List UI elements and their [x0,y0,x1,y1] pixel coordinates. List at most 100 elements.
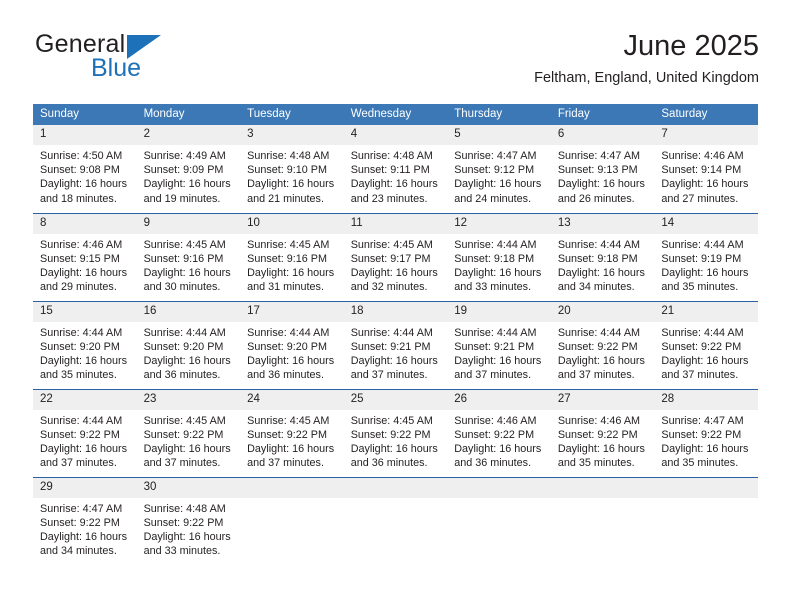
daylight-text-line1: Daylight: 16 hours [40,178,128,191]
day-details: Sunrise: 4:44 AM Sunset: 9:20 PM Daylight:… [137,322,241,383]
daylight-text-line1: Daylight: 16 hours [454,442,542,455]
calendar-day-cell[interactable]: 21 Sunrise: 4:44 AM Sunset: 9:22 PM Dayligh… [654,300,758,389]
calendar-day-cell[interactable]: 28 Sunrise: 4:47 AM Sunset: 9:22 PM Dayligh… [654,388,758,477]
daylight-text-line1: Daylight: 16 hours [350,442,438,455]
calendar-day-cell[interactable]: 11 Sunrise: 4:45 AM Sunset: 9:17 PM Dayligh… [343,212,448,301]
calendar-day-cell[interactable]: 5 Sunrise: 4:47 AM Sunset: 9:12 PM Daylight… [447,125,551,213]
sunset-text: Sunset: 9:13 PM [557,164,638,177]
calendar-day-cell[interactable]: 1 Sunrise: 4:50 AM Sunset: 9:08 PM Daylight… [33,125,137,213]
sunset-text: Sunset: 9:22 PM [661,428,742,441]
daylight-text-line2: and 37 minutes. [661,369,739,382]
calendar-day-cell[interactable]: 29 Sunrise: 4:47 AM Sunset: 9:22 PM Dayligh… [33,476,137,565]
calendar-day-cell[interactable]: 7 Sunrise: 4:46 AM Sunset: 9:14 PM Daylight… [654,125,758,213]
sunrise-text: Sunrise: 4:49 AM [143,150,226,162]
daylight-text-line1: Daylight: 16 hours [247,354,335,367]
sunset-text: Sunset: 9:20 PM [247,340,327,353]
sunrise-text: Sunrise: 4:44 AM [247,326,330,339]
day-number: 26 [447,389,551,410]
daylight-text-line1: Daylight: 16 hours [247,266,335,279]
calendar-day-cell[interactable]: 6 Sunrise: 4:47 AM Sunset: 9:13 PM Daylight… [550,125,655,213]
sunset-text: Sunset: 9:21 PM [350,340,431,353]
calendar-day-cell[interactable]: 20 Sunrise: 4:44 AM Sunset: 9:22 PM Dayligh… [550,300,655,389]
sunrise-text: Sunrise: 4:46 AM [454,414,537,427]
day-details: Sunrise: 4:44 AM Sunset: 9:20 PM Daylight:… [240,322,344,383]
day-details: Sunrise: 4:50 AM Sunset: 9:08 PM Daylight:… [33,145,137,206]
calendar-day-cell[interactable]: 15 Sunrise: 4:44 AM Sunset: 9:20 PM Dayligh… [33,300,137,389]
calendar-day-cell[interactable]: 22 Sunrise: 4:44 AM Sunset: 9:22 PM Dayligh… [33,388,137,477]
day-details: Sunrise: 4:46 AM Sunset: 9:22 PM Daylight:… [447,410,551,471]
daylight-text-line2: and 36 minutes. [143,369,221,382]
day-number: 20 [550,301,655,322]
daylight-text-line1: Daylight: 16 hours [350,178,438,191]
brand-logo[interactable]: General Blue [33,28,253,84]
day-number [343,477,448,498]
calendar-day-cell[interactable]: 3 Sunrise: 4:48 AM Sunset: 9:10 PM Daylight… [240,125,344,213]
calendar-day-cell[interactable]: 24 Sunrise: 4:45 AM Sunset: 9:22 PM Dayligh… [240,388,344,477]
day-number: 7 [654,125,758,145]
day-details: Sunrise: 4:44 AM Sunset: 9:21 PM Daylight:… [344,322,448,383]
day-details: Sunrise: 4:48 AM Sunset: 9:10 PM Daylight:… [240,145,344,206]
day-details: Sunrise: 4:47 AM Sunset: 9:12 PM Daylight:… [447,145,551,206]
sunrise-text: Sunrise: 4:44 AM [661,326,744,339]
daylight-text-line1: Daylight: 16 hours [454,178,542,191]
daylight-text-line1: Daylight: 16 hours [661,266,749,279]
calendar-day-cell[interactable]: 8 Sunrise: 4:46 AM Sunset: 9:15 PM Daylight… [33,212,137,301]
calendar-day-cell[interactable]: 19 Sunrise: 4:44 AM Sunset: 9:21 PM Dayligh… [447,300,551,389]
calendar-day-cell[interactable]: 27 Sunrise: 4:46 AM Sunset: 9:22 PM Dayligh… [550,388,655,477]
sunset-text: Sunset: 9:19 PM [661,252,742,265]
daylight-text-line2: and 18 minutes. [40,192,117,205]
calendar-day-cell[interactable]: 4 Sunrise: 4:48 AM Sunset: 9:11 PM Daylight… [343,125,448,213]
day-details: Sunrise: 4:44 AM Sunset: 9:22 PM Daylight:… [654,322,758,383]
calendar-day-cell[interactable]: 23 Sunrise: 4:45 AM Sunset: 9:22 PM Dayligh… [136,388,241,477]
weekday-header-tuesday: Tuesday [240,104,344,125]
daylight-text-line2: and 19 minutes. [143,192,221,205]
day-details: Sunrise: 4:44 AM Sunset: 9:19 PM Daylight:… [654,234,758,295]
day-number [447,477,551,498]
day-details: Sunrise: 4:47 AM Sunset: 9:22 PM Daylight:… [33,498,137,559]
calendar-day-cell[interactable]: 17 Sunrise: 4:44 AM Sunset: 9:20 PM Dayligh… [240,300,344,389]
weekday-header-thursday: Thursday [447,104,551,125]
page-title: June 2025 [623,30,759,62]
day-number: 29 [33,477,137,498]
calendar-day-cell[interactable]: 13 Sunrise: 4:44 AM Sunset: 9:18 PM Dayligh… [550,212,655,301]
day-number: 23 [136,389,241,410]
calendar-day-cell[interactable]: 2 Sunrise: 4:49 AM Sunset: 9:09 PM Daylight… [136,125,241,213]
day-number: 24 [240,389,344,410]
day-number: 17 [240,301,344,322]
calendar-day-cell[interactable]: 12 Sunrise: 4:44 AM Sunset: 9:18 PM Dayligh… [447,212,551,301]
daylight-text-line1: Daylight: 16 hours [40,530,128,543]
calendar-day-cell[interactable]: 18 Sunrise: 4:44 AM Sunset: 9:21 PM Dayligh… [343,300,448,389]
daylight-text-line1: Daylight: 16 hours [247,178,335,191]
calendar-week-row: 15 Sunrise: 4:44 AM Sunset: 9:20 PM Dayligh… [33,300,758,389]
daylight-text-line2: and 34 minutes. [557,281,635,294]
day-details: Sunrise: 4:48 AM Sunset: 9:11 PM Daylight:… [344,145,448,206]
calendar-day-cell[interactable]: 10 Sunrise: 4:45 AM Sunset: 9:16 PM Dayligh… [240,212,344,301]
sunrise-text: Sunrise: 4:47 AM [454,150,537,162]
day-details: Sunrise: 4:47 AM Sunset: 9:13 PM Daylight:… [551,145,655,206]
calendar-day-cell[interactable]: 9 Sunrise: 4:45 AM Sunset: 9:16 PM Daylight… [136,212,241,301]
day-details: Sunrise: 4:45 AM Sunset: 9:22 PM Daylight:… [240,410,344,471]
sunrise-text: Sunrise: 4:50 AM [40,150,123,162]
sunrise-text: Sunrise: 4:44 AM [143,326,226,339]
calendar-cell-empty [550,476,655,565]
day-number: 30 [136,477,241,498]
calendar-day-cell[interactable]: 30 Sunrise: 4:48 AM Sunset: 9:22 PM Dayligh… [136,476,241,565]
calendar-day-cell[interactable]: 25 Sunrise: 4:45 AM Sunset: 9:22 PM Dayligh… [343,388,448,477]
day-number: 19 [447,301,551,322]
daylight-text-line1: Daylight: 16 hours [247,442,335,455]
calendar-day-cell[interactable]: 14 Sunrise: 4:44 AM Sunset: 9:19 PM Dayligh… [654,212,758,301]
day-number: 8 [33,213,137,234]
sunset-text: Sunset: 9:12 PM [454,164,535,177]
daylight-text-line2: and 32 minutes. [350,281,428,294]
sunset-text: Sunset: 9:11 PM [350,164,430,177]
sunrise-text: Sunrise: 4:45 AM [350,414,433,427]
daylight-text-line1: Daylight: 16 hours [454,354,542,367]
sunset-text: Sunset: 9:17 PM [350,252,431,265]
day-details: Sunrise: 4:44 AM Sunset: 9:22 PM Daylight:… [551,322,655,383]
daylight-text-line2: and 34 minutes. [40,545,117,558]
daylight-text-line2: and 37 minutes. [143,457,221,470]
day-details: Sunrise: 4:46 AM Sunset: 9:15 PM Daylight:… [33,234,137,295]
calendar-day-cell[interactable]: 26 Sunrise: 4:46 AM Sunset: 9:22 PM Dayligh… [447,388,551,477]
calendar-day-cell[interactable]: 16 Sunrise: 4:44 AM Sunset: 9:20 PM Dayligh… [136,300,241,389]
day-number: 2 [136,125,241,145]
